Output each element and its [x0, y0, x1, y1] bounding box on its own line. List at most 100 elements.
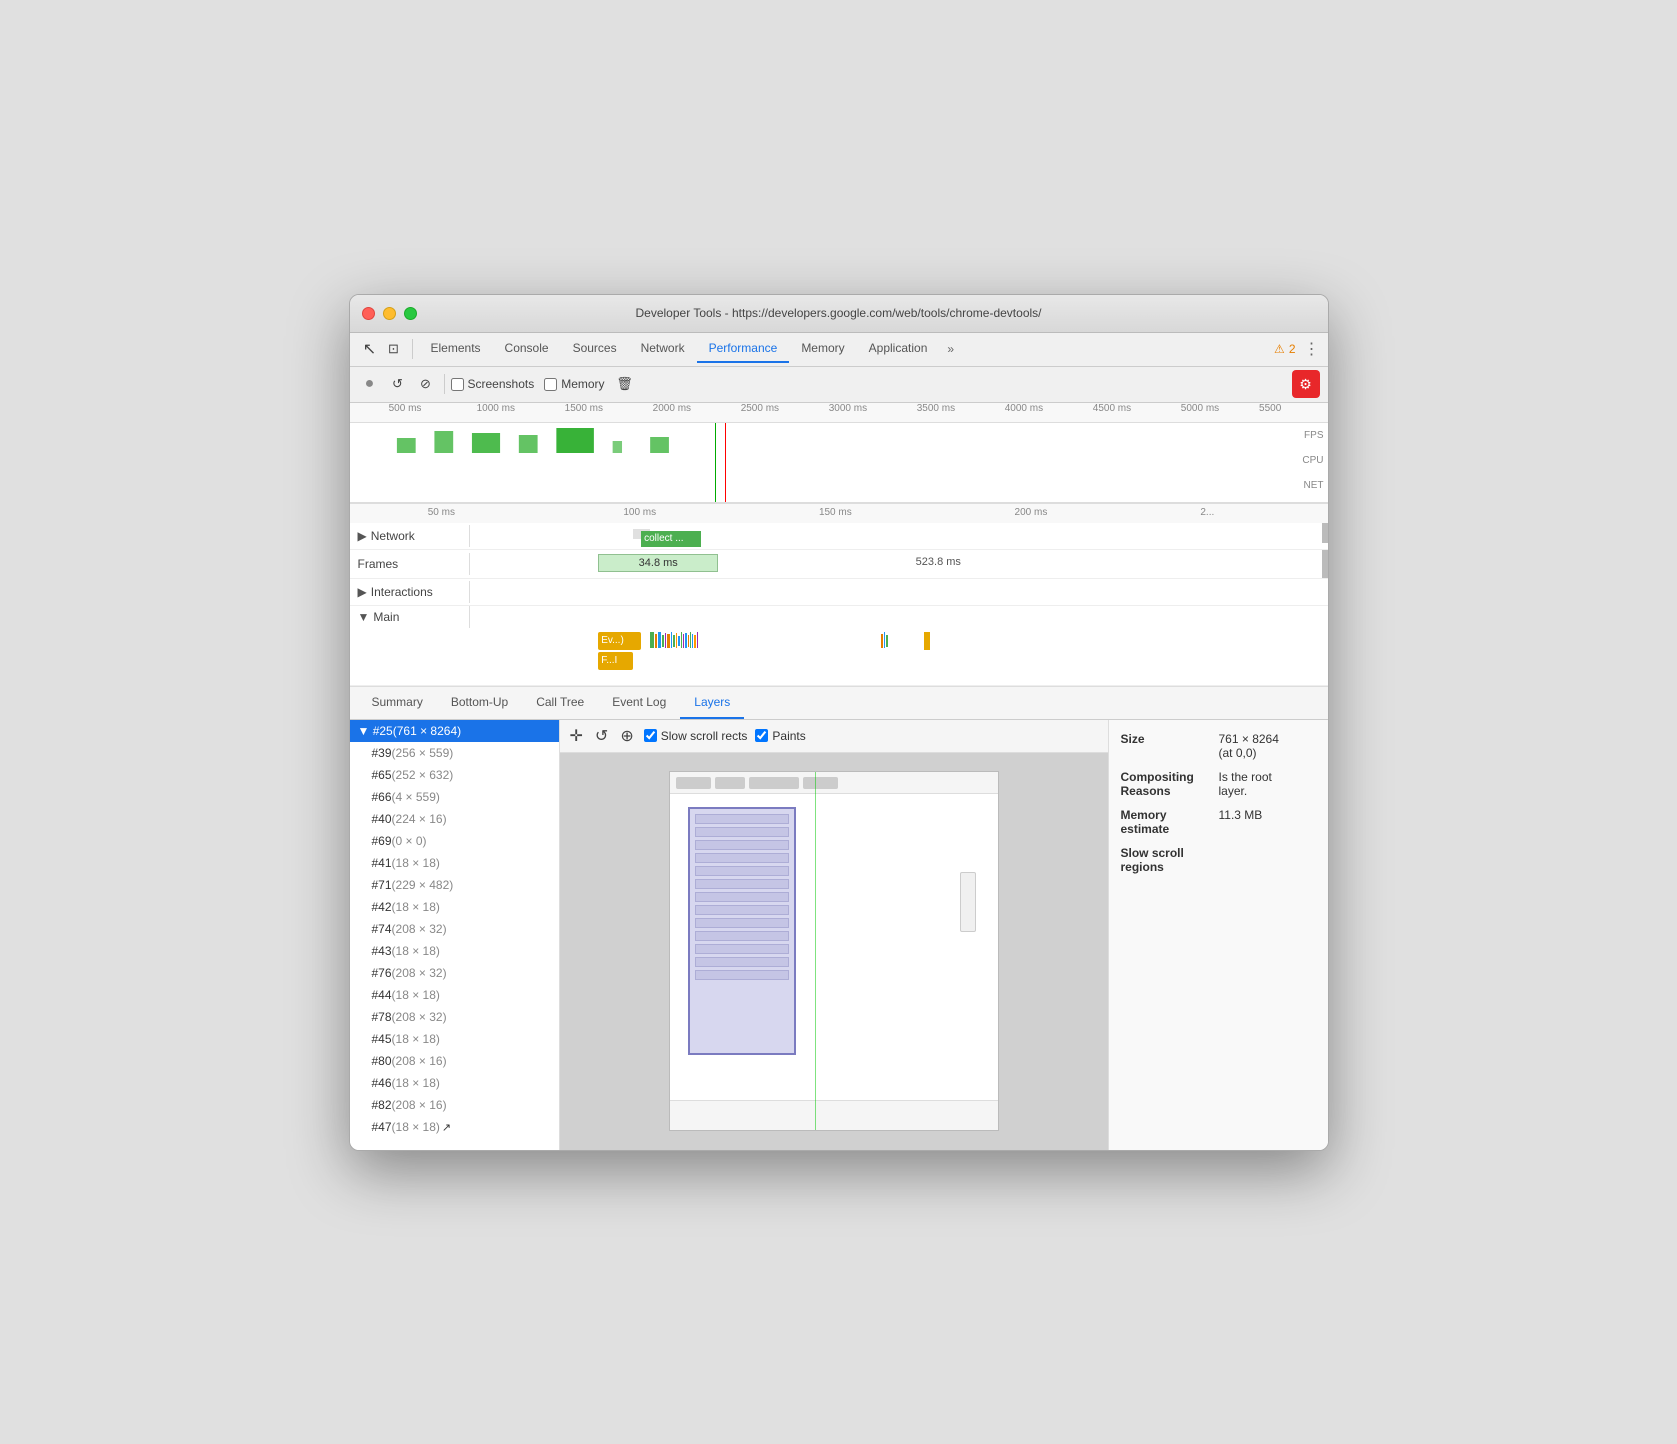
cursor-tool-btn[interactable]: ↖ — [358, 337, 382, 361]
memory-checkbox[interactable]: Memory — [544, 377, 604, 391]
canvas-viewport[interactable] — [560, 753, 1108, 1150]
ruler-mark-2000: 2000 ms — [653, 403, 691, 414]
layer-item-66[interactable]: #66(4 × 559) — [350, 786, 559, 808]
paints-checkbox[interactable]: Paints — [755, 729, 805, 743]
main-track: ▼ Main Ev...) F...I — [350, 606, 1328, 686]
row-10 — [695, 931, 789, 941]
slow-scroll-checkbox[interactable]: Slow scroll rects — [644, 729, 748, 743]
separator — [412, 339, 413, 359]
rotate-tool-btn[interactable]: ↺ — [593, 724, 610, 748]
slow-scroll-check[interactable] — [644, 729, 657, 742]
reset-tool-btn[interactable]: ⊕ — [618, 724, 635, 748]
warning-count: 2 — [1289, 342, 1296, 356]
interactions-label: ▶ Interactions — [350, 581, 470, 603]
dock-btn[interactable]: ⊡ — [382, 337, 406, 361]
row-6 — [695, 879, 789, 889]
size-key: Size — [1121, 732, 1211, 760]
record-button[interactable]: ● — [358, 372, 382, 396]
row-1 — [695, 814, 789, 824]
layer-item-74[interactable]: #74(208 × 32) — [350, 918, 559, 940]
tab-application[interactable]: Application — [857, 335, 940, 363]
kebab-menu[interactable]: ⋮ — [1304, 339, 1320, 359]
row-7 — [695, 892, 789, 902]
layer-item-47[interactable]: #47(18 × 18) — [350, 1116, 559, 1138]
layer-item-80[interactable]: #80(208 × 16) — [350, 1050, 559, 1072]
network-collapse-icon[interactable]: ▶ — [358, 529, 367, 543]
warning-icon: ⚠ — [1274, 342, 1285, 356]
preview-tab-2 — [715, 777, 745, 789]
clear-button[interactable]: ⊘ — [414, 372, 438, 396]
tab-call-tree[interactable]: Call Tree — [522, 687, 598, 719]
title-bar: Developer Tools - https://developers.goo… — [350, 295, 1328, 333]
ruler-mark-2500: 2500 ms — [741, 403, 779, 414]
main-collapse-icon[interactable]: ▼ — [358, 610, 370, 624]
frames-track-content[interactable]: 34.8 ms 523.8 ms — [470, 550, 1328, 578]
ruler-mark-4500: 4500 ms — [1093, 403, 1131, 414]
interactions-track-content[interactable] — [470, 579, 1328, 605]
layer-item-45[interactable]: #45(18 × 18) — [350, 1028, 559, 1050]
selection-end-line — [725, 423, 726, 503]
layer-item-43[interactable]: #43(18 × 18) — [350, 940, 559, 962]
layer-item-42[interactable]: #42(18 × 18) — [350, 896, 559, 918]
layer-item-44[interactable]: #44(18 × 18) — [350, 984, 559, 1006]
frames-scroll-thumb[interactable] — [1322, 550, 1328, 578]
tab-network[interactable]: Network — [629, 335, 697, 363]
traffic-lights — [362, 307, 417, 320]
layer-item-39[interactable]: #39(256 × 559) — [350, 742, 559, 764]
row-2 — [695, 827, 789, 837]
slow-scroll-info-row: Slow scrollregions — [1121, 846, 1316, 874]
layer-item-76[interactable]: #76(208 × 32) — [350, 962, 559, 984]
warning-badge[interactable]: ⚠ 2 — [1274, 342, 1295, 356]
nav-tabs-bar: ↖ ⊡ Elements Console Sources Network Per… — [350, 333, 1328, 367]
tab-performance[interactable]: Performance — [697, 335, 790, 363]
maximize-button[interactable] — [404, 307, 417, 320]
memory-check[interactable] — [544, 378, 557, 391]
extra-bars-svg — [881, 630, 924, 660]
layer-item-65[interactable]: #65(252 × 632) — [350, 764, 559, 786]
tab-summary[interactable]: Summary — [358, 687, 437, 719]
interactions-track-name: Interactions — [371, 585, 433, 599]
tab-elements[interactable]: Elements — [419, 335, 493, 363]
main-track-name: Main — [373, 610, 399, 624]
reload-button[interactable]: ↺ — [386, 372, 410, 396]
tab-more[interactable]: » — [939, 338, 962, 360]
layer-item-69[interactable]: #69(0 × 0) — [350, 830, 559, 852]
interactions-collapse-icon[interactable]: ▶ — [358, 585, 367, 599]
frames-scrollbar — [1322, 550, 1328, 578]
main-track-content[interactable]: Ev...) F...I — [470, 606, 1328, 686]
tab-event-log[interactable]: Event Log — [598, 687, 680, 719]
main-label: ▼ Main — [350, 606, 470, 628]
network-track-name: Network — [371, 529, 415, 543]
screenshots-check[interactable] — [451, 378, 464, 391]
close-button[interactable] — [362, 307, 375, 320]
paints-check[interactable] — [755, 729, 768, 742]
minimize-button[interactable] — [383, 307, 396, 320]
tab-memory[interactable]: Memory — [789, 335, 856, 363]
layer-item-78[interactable]: #78(208 × 32) — [350, 1006, 559, 1028]
layer-item-41[interactable]: #41(18 × 18) — [350, 852, 559, 874]
network-track-content[interactable]: collect ... — [470, 523, 1328, 549]
tab-bottom-up[interactable]: Bottom-Up — [437, 687, 522, 719]
settings-button[interactable]: ⚙ — [1292, 370, 1320, 398]
tab-sources[interactable]: Sources — [561, 335, 629, 363]
main-yellow-bar — [924, 632, 930, 650]
timeline-overview-area[interactable]: 500 ms 1000 ms 1500 ms 2000 ms 2500 ms 3… — [350, 403, 1328, 503]
layer-item-40[interactable]: #40(224 × 16) — [350, 808, 559, 830]
network-label: ▶ Network — [350, 525, 470, 547]
tab-console[interactable]: Console — [493, 335, 561, 363]
layer-item-root[interactable]: ▼ #25(761 × 8264) — [350, 720, 559, 742]
network-track-bg: collect ... — [470, 527, 1328, 545]
layer-item-46[interactable]: #46(18 × 18) — [350, 1072, 559, 1094]
layer-item-82[interactable]: #82(208 × 16) — [350, 1094, 559, 1116]
row-11 — [695, 944, 789, 954]
tab-layers[interactable]: Layers — [680, 687, 744, 719]
layer-preview-container — [669, 771, 999, 1131]
compositing-value: Is the rootlayer. — [1219, 770, 1272, 798]
delete-button[interactable]: 🗑 — [613, 372, 637, 396]
scroll-thumb[interactable] — [1322, 523, 1328, 543]
layer-item-71[interactable]: #71(229 × 482) — [350, 874, 559, 896]
pan-tool-btn[interactable]: ✛ — [568, 724, 585, 748]
network-scrollbar-thumb[interactable] — [1322, 523, 1328, 543]
layers-canvas-area: ✛ ↺ ⊕ Slow scroll rects Paints — [560, 720, 1108, 1150]
screenshots-checkbox[interactable]: Screenshots — [451, 377, 535, 391]
